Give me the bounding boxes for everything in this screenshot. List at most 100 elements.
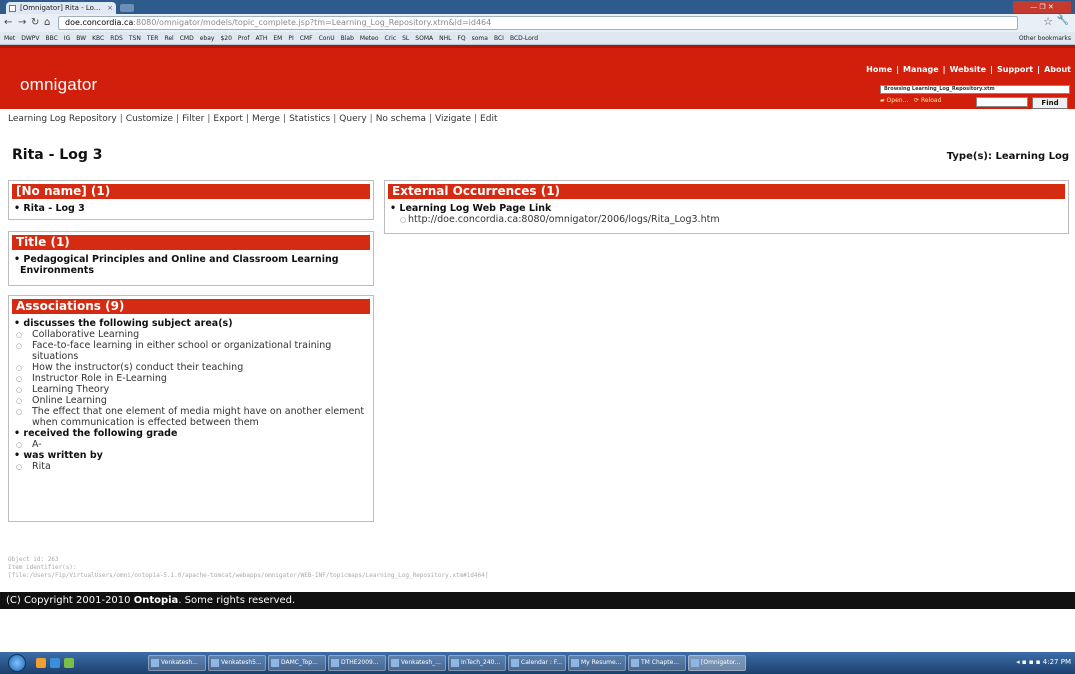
list-item: ○ How the instructor(s) conduct their tea… (14, 362, 369, 373)
bookmark-item[interactable]: Rel (164, 32, 173, 44)
back-icon[interactable]: ← (4, 16, 12, 30)
bookmark-item[interactable]: Met (4, 32, 15, 44)
taskbar-task[interactable]: DAMC_Top... (268, 655, 326, 671)
association-link[interactable]: How the instructor(s) conduct their teac… (32, 362, 243, 373)
page-menu-item[interactable]: Statistics (289, 114, 330, 124)
association-link[interactable]: Instructor Role in E-Learning (32, 373, 167, 384)
find-button[interactable]: Find (1032, 97, 1068, 109)
bookmark-item[interactable]: FQ (457, 32, 465, 44)
taskbar-task-label: Venkatesh5... (221, 659, 262, 666)
bookmark-item[interactable]: Blab (341, 32, 354, 44)
page-menu-item[interactable]: Export (213, 114, 242, 124)
forward-icon[interactable]: → (18, 16, 26, 30)
bookmark-item[interactable]: $20 (220, 32, 231, 44)
wrench-icon[interactable]: 🔧 (1057, 15, 1069, 26)
clock[interactable]: 4:27 PM (1043, 658, 1071, 666)
taskbar-task-label: InTech_240... (461, 659, 501, 666)
taskbar-task[interactable]: [Omnigator... (688, 655, 746, 671)
bookmark-item[interactable]: BCI (494, 32, 504, 44)
taskbar-task[interactable]: Venkatesh_... (388, 655, 446, 671)
browsing-select[interactable]: Browsing Learning_Log_Repository.xtm (880, 85, 1070, 94)
bookmark-item[interactable]: Prof (238, 32, 250, 44)
association-link[interactable]: Face-to-face learning in either school o… (32, 340, 331, 362)
address-bar[interactable]: doe.concordia.ca:8080/omnigator/models/t… (58, 16, 1018, 30)
taskbar-task[interactable]: Calendar : F... (508, 655, 566, 671)
bookmark-item[interactable]: TSN (129, 32, 141, 44)
bookmark-item[interactable]: CMF (300, 32, 313, 44)
bookmark-item[interactable]: Cric (385, 32, 397, 44)
start-button[interactable] (8, 654, 26, 672)
page-menu-item[interactable]: Query (339, 114, 366, 124)
page-menu-item[interactable]: Vizigate (435, 114, 471, 124)
bookmark-item[interactable]: BBC (46, 32, 58, 44)
bookmark-item[interactable]: KBC (92, 32, 104, 44)
bookmark-item[interactable]: soma (472, 32, 488, 44)
quicklaunch-icon[interactable] (50, 658, 60, 668)
quicklaunch-icon[interactable] (64, 658, 74, 668)
top-menu-support[interactable]: Support (997, 65, 1033, 74)
bookmark-item[interactable]: Meteo (360, 32, 379, 44)
bookmark-item[interactable]: CMD (180, 32, 194, 44)
association-link[interactable]: A- (32, 439, 42, 450)
top-menu-manage[interactable]: Manage (903, 65, 939, 74)
occurrence-link[interactable]: http://doe.concordia.ca:8080/omnigator/2… (408, 214, 720, 225)
bookmark-item[interactable]: ATH (256, 32, 268, 44)
bookmark-item[interactable]: PI (288, 32, 293, 44)
page-menu-item[interactable]: Edit (480, 114, 497, 124)
taskbar-task[interactable]: My Resume... (568, 655, 626, 671)
bookmark-item[interactable]: BCD-Lord (510, 32, 538, 44)
top-menu-website[interactable]: Website (950, 65, 986, 74)
reload-link[interactable]: Reload (921, 97, 941, 104)
bookmark-item[interactable]: ConU (319, 32, 335, 44)
taskbar-task-label: DTHE2009... (341, 659, 379, 666)
app-icon (451, 659, 459, 667)
close-icon[interactable]: × (107, 2, 113, 14)
browser-chrome: [Omnigator] Rita - Lo... × — ❐ ✕ ← → ↻ ⌂… (0, 0, 1075, 45)
find-input[interactable] (976, 97, 1028, 107)
bookmark-item[interactable]: TER (147, 32, 159, 44)
star-icon[interactable]: ☆ (1043, 15, 1053, 28)
association-link[interactable]: Learning Theory (32, 384, 109, 395)
association-type-label: was written by (23, 450, 103, 461)
new-tab-button[interactable] (120, 4, 134, 12)
page-menu-item[interactable]: No schema (376, 114, 426, 124)
taskbar-task[interactable]: DTHE2009... (328, 655, 386, 671)
taskbar-task[interactable]: Venkatesh5... (208, 655, 266, 671)
top-menu-home[interactable]: Home (866, 65, 892, 74)
page-menu-item[interactable]: Learning Log Repository (8, 114, 117, 124)
bookmark-item[interactable]: EM (273, 32, 282, 44)
page-menu-item[interactable]: Merge (252, 114, 280, 124)
quicklaunch-icon[interactable] (36, 658, 46, 668)
window-controls[interactable]: — ❐ ✕ (1013, 1, 1071, 13)
app-icon (271, 659, 279, 667)
bookmark-item[interactable]: NHL (439, 32, 451, 44)
taskbar-task[interactable]: Venkatesh... (148, 655, 206, 671)
bookmarks-bar: Met DWPV BBC IG BW KBC RDS TSN TER Rel CMD ebay $20 P… (0, 32, 1075, 45)
page-menu-item[interactable]: Filter (182, 114, 204, 124)
ontopia-link[interactable]: Ontopia (134, 595, 179, 606)
bookmark-item[interactable]: IG (64, 32, 70, 44)
association-link[interactable]: Collaborative Learning (32, 329, 139, 340)
omnigator-logo[interactable]: omnigator (20, 75, 97, 95)
open-link[interactable]: Open... (887, 97, 909, 104)
other-bookmarks[interactable]: Other bookmarks (1014, 32, 1071, 44)
bookmark-item[interactable]: SOMA (415, 32, 433, 44)
bookmark-item[interactable]: SL (402, 32, 409, 44)
association-link[interactable]: Rita (32, 461, 51, 472)
top-menu-about[interactable]: About (1044, 65, 1071, 74)
home-icon[interactable]: ⌂ (44, 16, 50, 30)
association-link[interactable]: The effect that one element of media mig… (32, 406, 364, 428)
bookmark-item[interactable]: ebay (200, 32, 215, 44)
bookmark-item[interactable]: BW (76, 32, 86, 44)
association-link[interactable]: Online Learning (32, 395, 107, 406)
tray-icons: ◂ ▪ ▪ ▪ (1016, 658, 1043, 666)
bookmark-item[interactable]: RDS (110, 32, 123, 44)
taskbar-task[interactable]: InTech_240... (448, 655, 506, 671)
browser-tab[interactable]: [Omnigator] Rita - Lo... × (6, 2, 116, 14)
circle-bullet-icon: ○ (16, 342, 23, 350)
bookmark-item[interactable]: DWPV (21, 32, 39, 44)
reload-icon[interactable]: ↻ (31, 16, 39, 30)
taskbar-task[interactable]: TM Chapte... (628, 655, 686, 671)
page-menu-item[interactable]: Customize (126, 114, 173, 124)
occurrence-type-label: Learning Log Web Page Link (399, 203, 552, 214)
